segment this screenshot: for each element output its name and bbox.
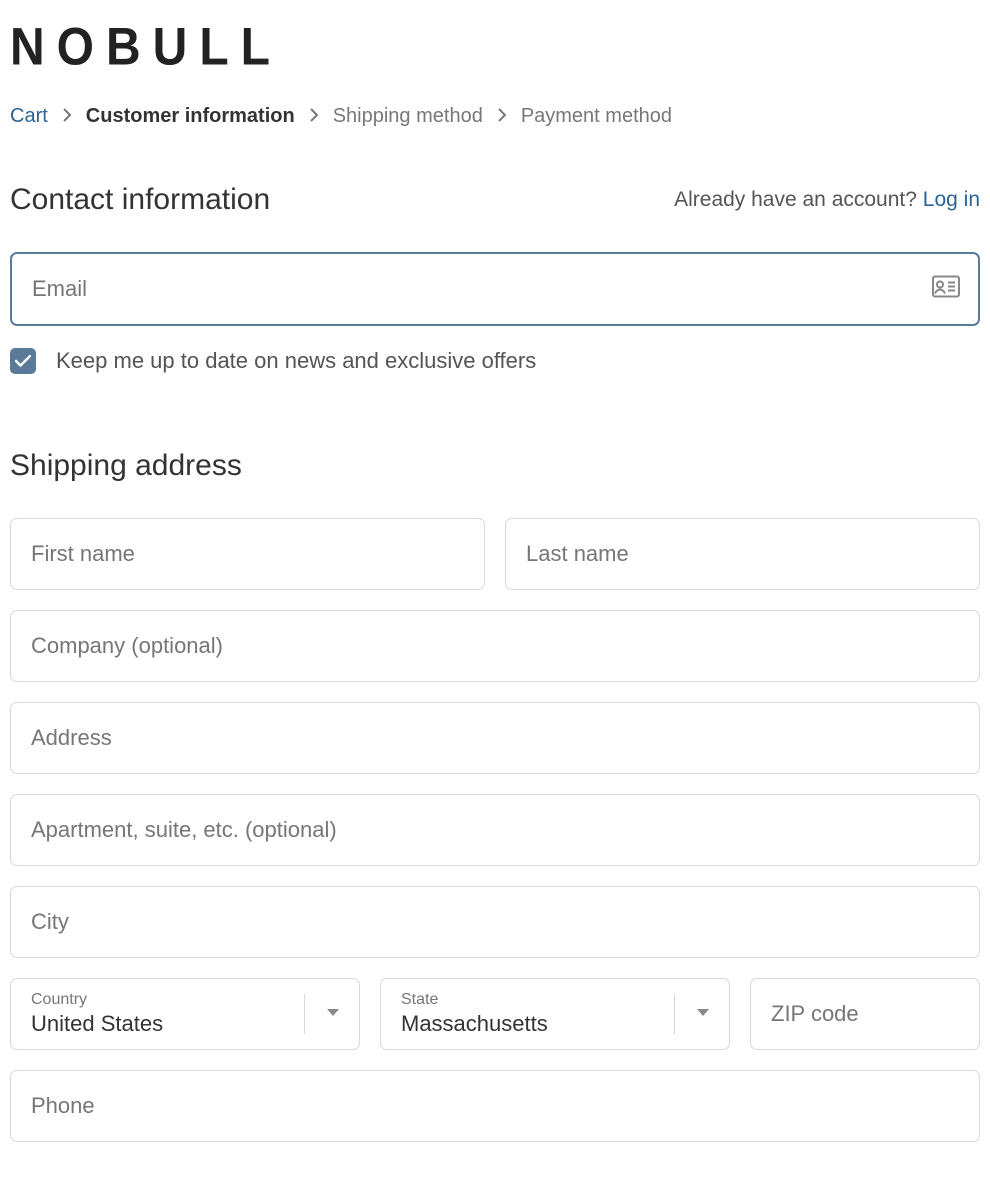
email-input[interactable] <box>10 252 980 326</box>
account-prompt: Already have an account? Log in <box>674 188 980 212</box>
newsletter-label: Keep me up to date on news and exclusive… <box>56 348 536 374</box>
shipping-address-heading: Shipping address <box>10 449 980 483</box>
chevron-right-icon <box>62 105 72 128</box>
apartment-input[interactable] <box>10 794 980 866</box>
newsletter-checkbox[interactable] <box>10 348 36 374</box>
login-link[interactable]: Log in <box>923 188 980 211</box>
contact-information-heading: Contact information <box>10 183 270 217</box>
chevron-right-icon <box>309 105 319 128</box>
first-name-input[interactable] <box>10 518 485 590</box>
country-value: United States <box>31 1011 299 1037</box>
address-input[interactable] <box>10 702 980 774</box>
select-divider <box>304 994 305 1034</box>
phone-input[interactable] <box>10 1070 980 1142</box>
last-name-input[interactable] <box>505 518 980 590</box>
zip-input[interactable] <box>750 978 980 1050</box>
breadcrumb-payment-method: Payment method <box>521 105 672 128</box>
select-divider <box>674 994 675 1034</box>
breadcrumb: Cart Customer information Shipping metho… <box>10 105 980 128</box>
city-input[interactable] <box>10 886 980 958</box>
state-label: State <box>401 991 669 1009</box>
chevron-right-icon <box>497 105 507 128</box>
contact-card-icon <box>932 276 960 303</box>
breadcrumb-customer-information: Customer information <box>86 105 295 128</box>
state-select[interactable]: State Massachusetts <box>380 978 730 1050</box>
breadcrumb-shipping-method: Shipping method <box>333 105 483 128</box>
country-select[interactable]: Country United States <box>10 978 360 1050</box>
country-label: Country <box>31 991 299 1009</box>
breadcrumb-cart[interactable]: Cart <box>10 105 48 128</box>
state-value: Massachusetts <box>401 1011 669 1037</box>
account-prompt-text: Already have an account? <box>674 188 917 211</box>
brand-logo: NOBULL <box>10 17 282 78</box>
company-input[interactable] <box>10 610 980 682</box>
